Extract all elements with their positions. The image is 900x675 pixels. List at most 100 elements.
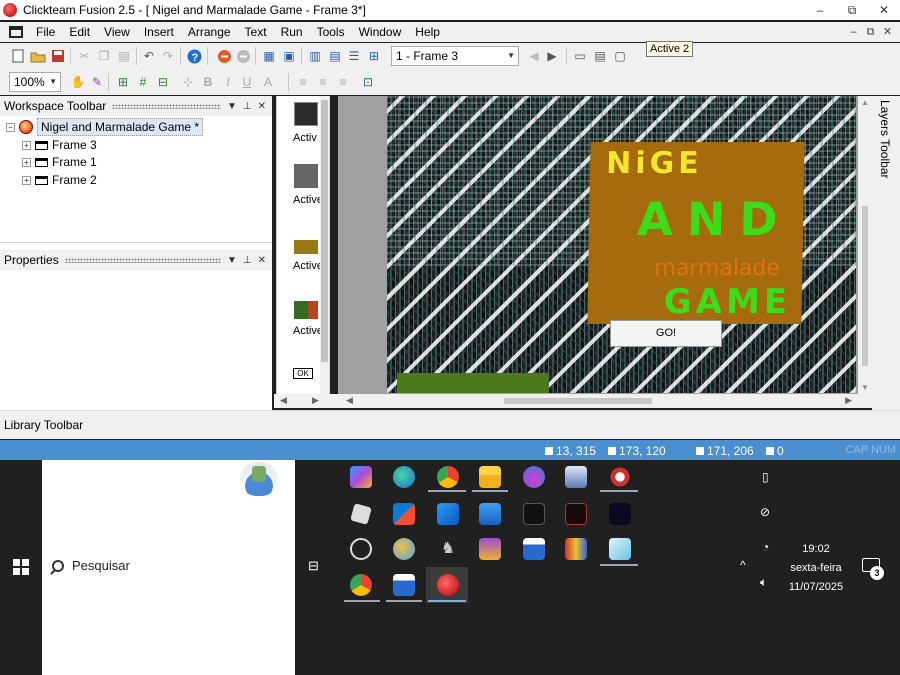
game-maker-icon[interactable] <box>609 466 631 488</box>
expand-icon[interactable]: + <box>22 175 31 185</box>
frame-editor[interactable]: NiGE AND marmalade GAME GO! ▲ ▼ <box>338 96 872 408</box>
layers-toolbar[interactable]: Layers Toolbar <box>872 96 900 410</box>
save-icon[interactable] <box>50 48 66 64</box>
paste-icon[interactable]: ▤ <box>116 48 132 64</box>
obs-icon[interactable] <box>350 538 372 560</box>
open-icon[interactable] <box>30 48 46 64</box>
object-list-scrollbar[interactable] <box>320 96 329 396</box>
frame-editor-icon[interactable]: ▣ <box>281 48 297 64</box>
game-app-icon-2[interactable] <box>565 503 587 525</box>
brush-icon[interactable]: ✎ <box>89 74 105 90</box>
editor-horizontal-scrollbar[interactable]: ◀ ▶ ◀ ▶ <box>274 394 872 408</box>
redo-icon[interactable]: ↷ <box>160 48 176 64</box>
document-menu-icon[interactable] <box>9 26 23 38</box>
glass-app-icon[interactable] <box>609 538 631 560</box>
menu-arrange[interactable]: Arrange <box>181 22 238 42</box>
task-view-icon[interactable]: ⊟ <box>308 558 324 574</box>
window-icon[interactable]: ▢ <box>612 48 628 64</box>
event-list-editor-icon[interactable]: ▤ <box>327 48 343 64</box>
chrome-profile-icon[interactable] <box>350 574 372 596</box>
notepad-icon[interactable] <box>523 538 545 560</box>
clickteam-taskbar-icon[interactable] <box>437 574 459 596</box>
doc-restore-button[interactable]: ⧉ <box>862 22 879 42</box>
expand-icon[interactable]: + <box>22 140 31 150</box>
close-button[interactable]: ✕ <box>868 0 900 20</box>
copilot-icon[interactable] <box>350 466 372 488</box>
panel-grip[interactable] <box>112 103 221 109</box>
taskbar-search[interactable]: Pesquisar <box>52 558 130 573</box>
snap-icon[interactable]: ⊞ <box>115 74 131 90</box>
pin-icon[interactable]: ⊥ <box>243 101 252 112</box>
store-icon[interactable] <box>393 503 415 525</box>
italic-icon[interactable]: I <box>220 74 236 90</box>
grid-setup-icon[interactable]: ⊟ <box>155 74 171 90</box>
title-sign[interactable]: NiGE AND marmalade GAME <box>587 142 805 324</box>
align-left-icon[interactable]: ≡ <box>295 74 311 90</box>
tree-frame-node[interactable]: + Frame 2 <box>22 171 97 189</box>
pin-icon[interactable]: ⊥ <box>243 255 252 266</box>
bold-icon[interactable]: B <box>200 74 216 90</box>
game-app-icon-3[interactable] <box>609 503 631 525</box>
tree-app-node[interactable]: − Nigel and Marmalade Game * <box>6 118 204 136</box>
fit-frame-icon[interactable]: ⊡ <box>360 74 376 90</box>
close-icon[interactable]: ✕ <box>258 101 266 112</box>
event-editor-icon[interactable]: ▥ <box>307 48 323 64</box>
menu-run[interactable]: Run <box>274 22 310 42</box>
frame-canvas[interactable]: NiGE AND marmalade GAME GO! <box>387 96 856 393</box>
tree-frame-node[interactable]: + Frame 1 <box>22 153 97 171</box>
menu-tools[interactable]: Tools <box>310 22 352 42</box>
dropdown-icon[interactable]: ▼ <box>227 101 237 112</box>
show-hidden-icons[interactable]: ^ <box>740 558 746 572</box>
close-icon[interactable]: ✕ <box>258 255 266 266</box>
storyboard-editor-icon[interactable]: ▦ <box>261 48 277 64</box>
network-off-icon[interactable]: ⊘ <box>760 505 770 519</box>
panel-grip[interactable] <box>64 257 221 263</box>
character-icon[interactable]: ♞ <box>437 538 459 560</box>
expand-icon[interactable]: + <box>22 157 31 167</box>
edge-icon[interactable] <box>393 466 415 488</box>
menu-edit[interactable]: Edit <box>62 22 97 42</box>
next-arrow-icon[interactable]: ▶ <box>544 48 560 64</box>
game-app-icon[interactable] <box>523 503 545 525</box>
wifi-icon[interactable]: ◔ <box>762 540 769 554</box>
app-window-icon[interactable] <box>565 466 587 488</box>
undo-icon[interactable]: ↶ <box>141 48 157 64</box>
menu-file[interactable]: File <box>29 22 62 42</box>
winrar-icon[interactable] <box>565 538 587 560</box>
file-explorer-icon[interactable] <box>479 466 501 488</box>
cut-icon[interactable]: ✂ <box>76 48 92 64</box>
game-icon-colorful[interactable] <box>479 538 501 560</box>
go-button[interactable]: GO! <box>610 320 722 347</box>
menu-help[interactable]: Help <box>408 22 447 42</box>
volume-icon[interactable]: 🔈︎ <box>760 575 767 590</box>
restore-button[interactable]: ⧉ <box>836 0 868 20</box>
editor-vertical-scrollbar[interactable]: ▲ ▼ <box>858 96 872 394</box>
align-right-icon[interactable]: ≡ <box>335 74 351 90</box>
tree-frame-node[interactable]: + Frame 3 <box>22 136 97 154</box>
grid-icon[interactable]: ▤ <box>592 48 608 64</box>
layout-icon[interactable]: ▭ <box>572 48 588 64</box>
paint-icon[interactable] <box>523 466 545 488</box>
underline-icon[interactable]: U <box>239 74 255 90</box>
doc-minimize-button[interactable]: – <box>845 22 862 42</box>
next-frame-icon[interactable] <box>235 48 251 64</box>
gallery-icon[interactable] <box>479 503 501 525</box>
help-icon[interactable]: ? <box>186 48 202 64</box>
paint-palette-icon[interactable] <box>393 538 415 560</box>
previous-arrow-icon[interactable]: ◀ <box>526 48 542 64</box>
user-avatar[interactable] <box>240 462 278 496</box>
menu-text[interactable]: Text <box>238 22 274 42</box>
library-toolbar[interactable]: Library Toolbar <box>0 410 900 439</box>
ground-object[interactable] <box>397 373 549 393</box>
menu-insert[interactable]: Insert <box>137 22 181 42</box>
doc-close-button[interactable]: ✕ <box>879 22 896 42</box>
menu-window[interactable]: Window <box>352 22 409 42</box>
dropdown-icon[interactable]: ▼ <box>227 255 237 266</box>
show-grid-icon[interactable]: # <box>135 74 151 90</box>
windows-start-icon[interactable] <box>13 559 29 575</box>
battery-saver-icon[interactable]: ▯ <box>762 470 769 484</box>
align-center-icon[interactable]: ≡ <box>315 74 331 90</box>
script-editor-icon[interactable]: ⊞ <box>366 48 382 64</box>
previous-frame-icon[interactable] <box>216 48 232 64</box>
copy-icon[interactable]: ❐ <box>96 48 112 64</box>
